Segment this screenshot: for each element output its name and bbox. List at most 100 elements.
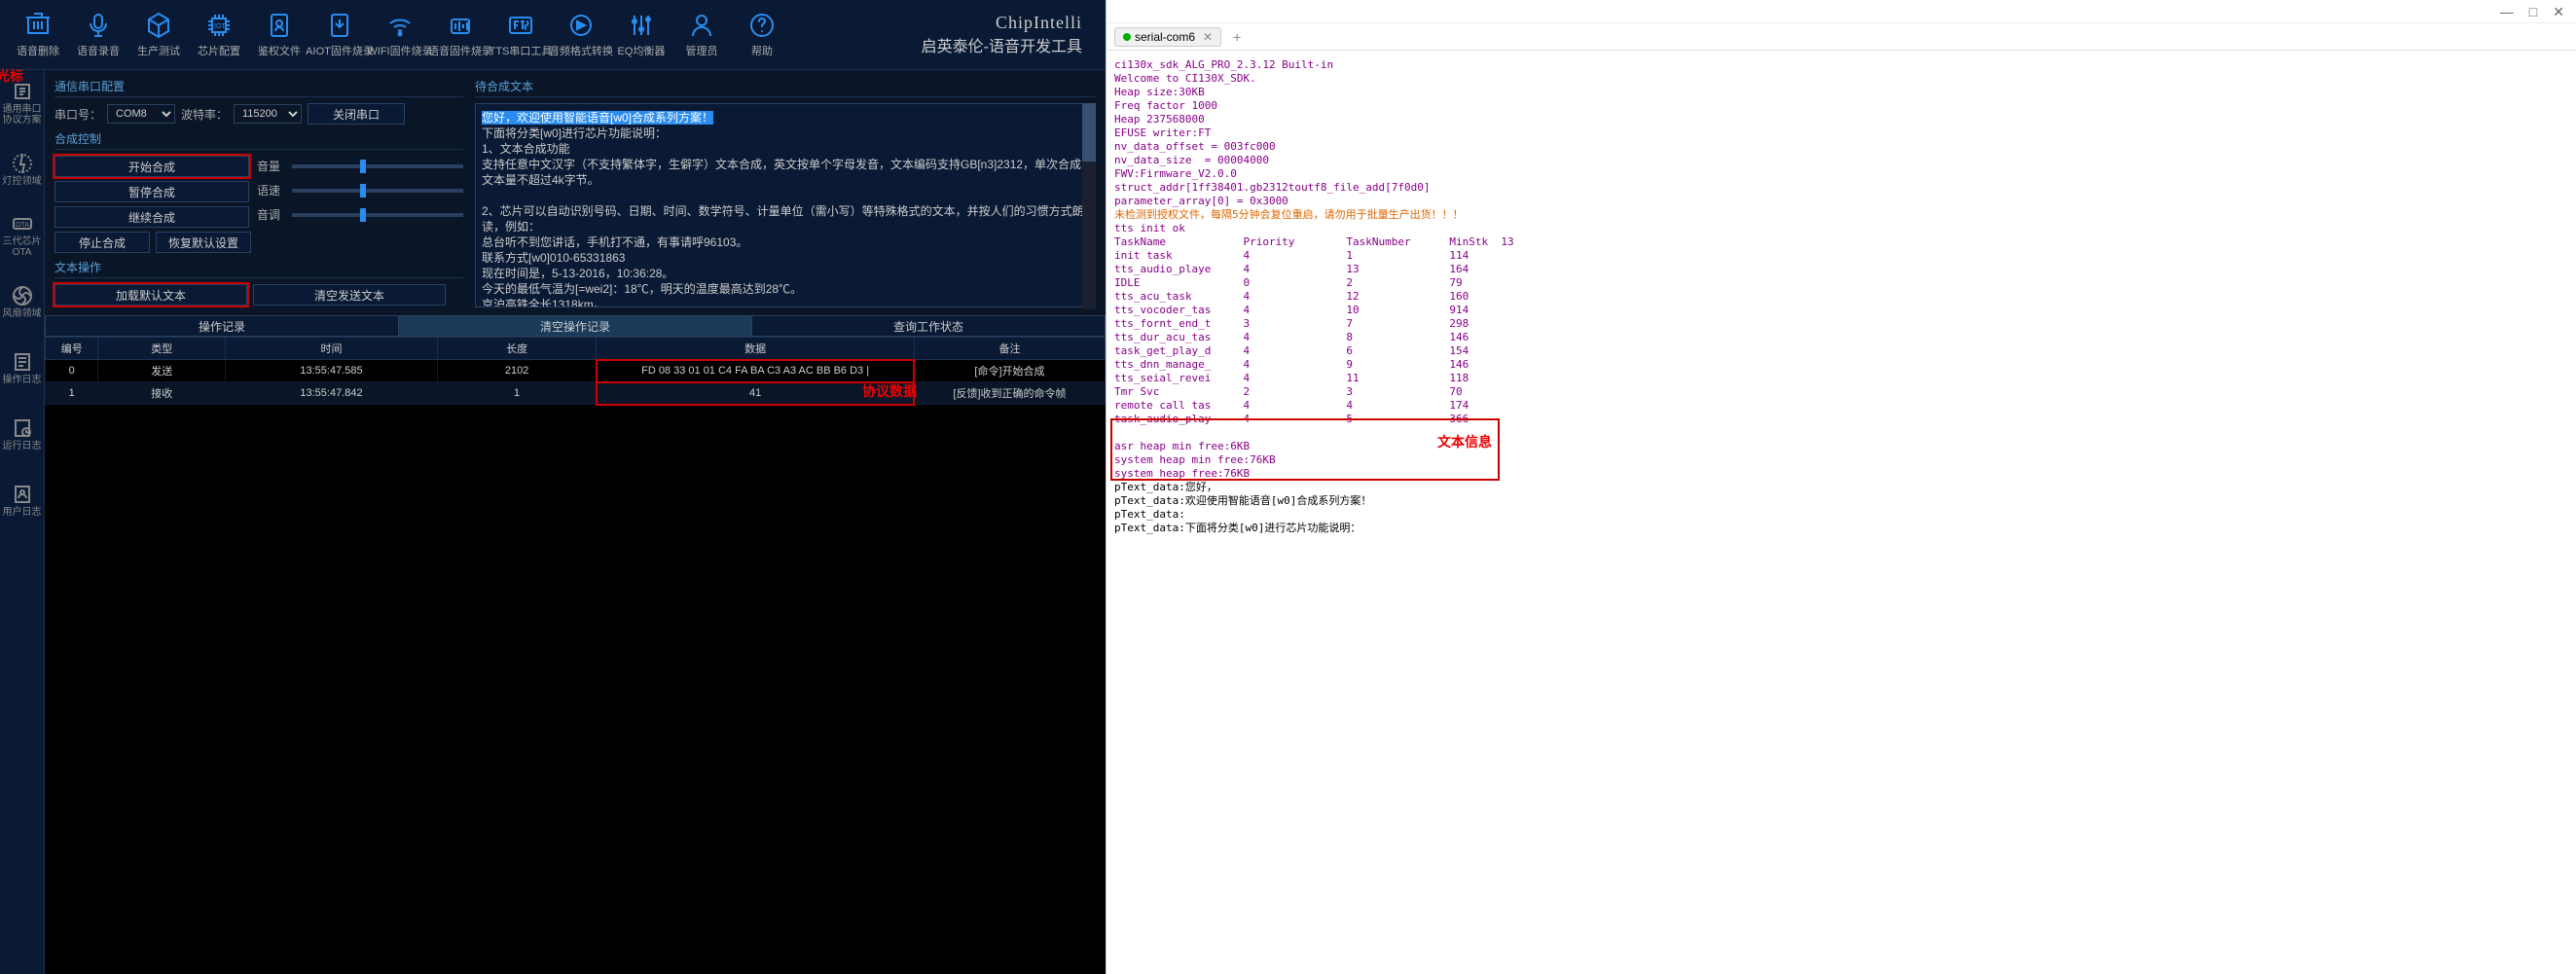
sidebar-ota[interactable]: OTA 三代芯片OTA bbox=[0, 202, 44, 269]
ops-log-button[interactable]: 操作记录 bbox=[45, 315, 398, 337]
toolbar-chip-config[interactable]: IOT芯片配置 bbox=[189, 6, 249, 64]
col-header: 数据 bbox=[597, 338, 915, 360]
left-sidebar: 通用串口协议方案灯控领域 OTA 三代芯片OTA 风扇领域操作日志运行日志用户日志 bbox=[0, 70, 45, 974]
cell-id: 0 bbox=[46, 360, 98, 382]
user-log-icon bbox=[12, 484, 33, 505]
tab-label: serial-com6 bbox=[1135, 30, 1195, 44]
pitch-label: 音调 bbox=[257, 206, 286, 223]
toolbar-auth-file[interactable]: 鉴权文件 bbox=[249, 6, 309, 64]
resume-synth-button[interactable]: 继续合成 bbox=[54, 206, 249, 228]
sidebar-label: 三代芯片OTA bbox=[3, 236, 42, 258]
synth-text-area[interactable]: 您好，欢迎使用智能语音[w0]合成系列方案！下面将分类[w0]进行芯片功能说明：… bbox=[475, 103, 1096, 307]
toolbar-admin[interactable]: 管理员 bbox=[671, 6, 732, 64]
toolbar-voice-burn[interactable]: 语音固件烧录 bbox=[430, 6, 490, 64]
port-combo[interactable]: COM8 bbox=[107, 104, 175, 124]
table-row[interactable]: 0发送13:55:47.5852102FD 08 33 01 01 C4 FA … bbox=[46, 360, 1106, 382]
help-icon bbox=[748, 12, 776, 39]
toolbar-label: 管理员 bbox=[686, 43, 718, 58]
new-tab-button[interactable]: + bbox=[1227, 29, 1247, 45]
toolbar-label: AIOT固件烧录 bbox=[306, 43, 374, 58]
toolbar-label: 鉴权文件 bbox=[258, 43, 301, 58]
chip-config-icon: IOT bbox=[205, 12, 233, 39]
pending-text-title: 待合成文本 bbox=[475, 76, 1096, 97]
toolbar-help[interactable]: 帮助 bbox=[732, 6, 792, 64]
restore-default-button[interactable]: 恢复默认设置 bbox=[156, 232, 251, 253]
toolbar-eq[interactable]: EQ均衡器 bbox=[611, 6, 671, 64]
sidebar-label: 通用串口协议方案 bbox=[3, 104, 42, 126]
svg-text:IOT: IOT bbox=[214, 23, 226, 30]
toolbar-tts-tool[interactable]: TTS串口工具 bbox=[490, 6, 551, 64]
baud-label: 波特率： bbox=[181, 106, 228, 123]
cell-note: [反馈]收到正确的命令帧 bbox=[914, 382, 1105, 405]
log-table: 编号类型时间长度数据备注 0发送13:55:47.5852102FD 08 33… bbox=[45, 337, 1106, 405]
sidebar-label: 灯控领域 bbox=[3, 176, 42, 187]
cell-type: 发送 bbox=[98, 360, 226, 382]
table-row[interactable]: 1接收13:55:47.842141[反馈]收到正确的命令帧 bbox=[46, 382, 1106, 405]
toolbar-label: 音频格式转换 bbox=[549, 43, 613, 58]
toolbar-label: 帮助 bbox=[751, 43, 773, 58]
wifi-burn-icon bbox=[386, 12, 414, 39]
toolbar-label: 语音删除 bbox=[17, 43, 59, 58]
sidebar-op-log[interactable]: 操作日志 bbox=[0, 335, 44, 401]
sidebar-label: 用户日志 bbox=[3, 507, 42, 518]
eq-icon bbox=[628, 12, 655, 39]
sidebar-label: 风扇领域 bbox=[3, 308, 42, 319]
minimize-button[interactable]: — bbox=[2500, 4, 2514, 18]
log-table-wrap: 编号类型时间长度数据备注 0发送13:55:47.5852102FD 08 33… bbox=[45, 337, 1106, 974]
col-header: 长度 bbox=[437, 338, 596, 360]
synth-group-title: 合成控制 bbox=[54, 128, 463, 150]
toolbar-label: 语音固件烧录 bbox=[428, 43, 492, 58]
clear-ops-log-button[interactable]: 清空操作记录 bbox=[398, 315, 751, 337]
text-scrollbar[interactable] bbox=[1082, 103, 1096, 309]
toolbar-wifi-burn[interactable]: WIFI固件烧录 bbox=[370, 6, 430, 64]
toolbar-label: 生产测试 bbox=[137, 43, 180, 58]
toolbar-voice-delete[interactable]: 语音删除 bbox=[8, 6, 68, 64]
col-header: 编号 bbox=[46, 338, 98, 360]
toolbar-voice-record[interactable]: 语音录音 bbox=[68, 6, 128, 64]
serial-tab[interactable]: serial-com6 ✕ bbox=[1114, 27, 1221, 47]
pitch-slider[interactable] bbox=[292, 213, 463, 217]
window-controls: — □ ✕ bbox=[1107, 0, 2576, 23]
toolbar-audio-convert[interactable]: 音频格式转换 bbox=[551, 6, 611, 64]
col-header: 类型 bbox=[98, 338, 226, 360]
volume-slider[interactable] bbox=[292, 164, 463, 168]
close-port-button[interactable]: 关闭串口 bbox=[308, 103, 405, 125]
tab-bar: serial-com6 ✕ + bbox=[1107, 23, 2576, 51]
cell-len: 1 bbox=[437, 382, 596, 405]
voice-burn-icon bbox=[447, 12, 474, 39]
tab-close-icon[interactable]: ✕ bbox=[1203, 30, 1213, 44]
toolbar-label: TTS串口工具 bbox=[490, 43, 553, 58]
sidebar-light[interactable]: 灯控领域 bbox=[0, 136, 44, 202]
run-log-icon bbox=[12, 417, 33, 439]
query-status-button[interactable]: 查询工作状态 bbox=[751, 315, 1106, 337]
sidebar-label: 运行日志 bbox=[3, 441, 42, 451]
toolbar-prod-test[interactable]: 生产测试 bbox=[128, 6, 189, 64]
volume-label: 音量 bbox=[257, 158, 286, 174]
sidebar-protocol[interactable]: 通用串口协议方案 bbox=[0, 70, 44, 136]
stop-synth-button[interactable]: 停止合成 bbox=[54, 232, 150, 253]
status-dot-icon bbox=[1123, 33, 1131, 41]
sidebar-fan[interactable]: 风扇领域 bbox=[0, 269, 44, 335]
sidebar-user-log[interactable]: 用户日志 bbox=[0, 467, 44, 533]
serial-output[interactable]: ci130x_sdk_ALG_PRO_2.3.12 Built-in Welco… bbox=[1107, 51, 2576, 974]
toolbar-label: 语音录音 bbox=[77, 43, 120, 58]
clear-send-text-button[interactable]: 清空发送文本 bbox=[253, 284, 446, 306]
baud-combo[interactable]: 115200 bbox=[234, 104, 302, 124]
svg-text:OTA: OTA bbox=[16, 222, 29, 229]
maximize-button[interactable]: □ bbox=[2529, 4, 2537, 18]
pause-synth-button[interactable]: 暂停合成 bbox=[54, 181, 249, 202]
brand-line2: 启英泰伦-语音开发工具 bbox=[922, 33, 1082, 56]
sidebar-run-log[interactable]: 运行日志 bbox=[0, 401, 44, 467]
speed-label: 语速 bbox=[257, 182, 286, 198]
op-log-icon bbox=[12, 351, 33, 373]
fan-icon bbox=[12, 285, 33, 307]
speed-slider[interactable] bbox=[292, 189, 463, 193]
toolbar-aiot-burn[interactable]: AIOT固件烧录 bbox=[309, 6, 370, 64]
auth-file-icon bbox=[266, 12, 293, 39]
sidebar-label: 操作日志 bbox=[3, 375, 42, 385]
cell-id: 1 bbox=[46, 382, 98, 405]
load-default-text-button[interactable]: 加载默认文本 bbox=[54, 284, 247, 306]
close-button[interactable]: ✕ bbox=[2553, 4, 2564, 18]
cell-note: [命令]开始合成 bbox=[914, 360, 1105, 382]
start-synth-button[interactable]: 开始合成 bbox=[54, 156, 249, 177]
